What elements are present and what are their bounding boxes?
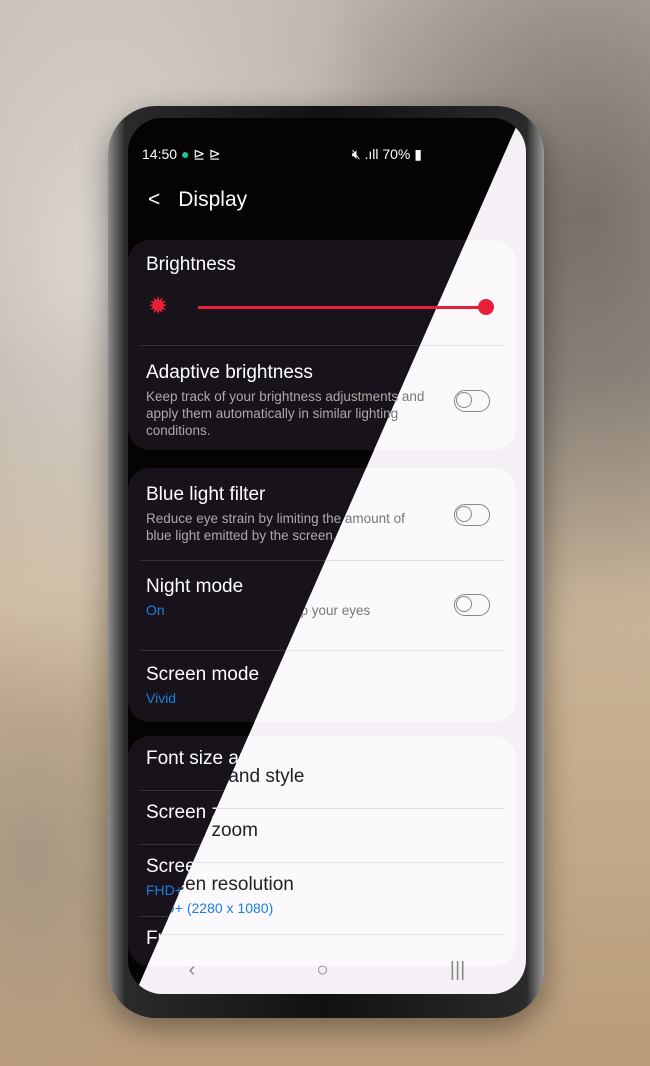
play-store-icon: ⊵ ⊵ bbox=[193, 146, 221, 162]
sun-icon: ✹ bbox=[148, 293, 169, 320]
blue-light-toggle-light[interactable] bbox=[454, 504, 490, 526]
adaptive-title: Adaptive brightness bbox=[146, 362, 313, 383]
nav-recents-button-light[interactable]: ||| bbox=[450, 959, 466, 982]
clock: 14:50 bbox=[142, 146, 178, 162]
mute-icon: 🔇︎ bbox=[351, 146, 361, 162]
battery-level: 70% bbox=[382, 146, 411, 162]
page-title: Display bbox=[178, 188, 248, 211]
header: < Display bbox=[148, 188, 247, 212]
battery-icon: ▮ bbox=[414, 146, 422, 162]
back-button[interactable]: < bbox=[148, 188, 160, 212]
resolution-title-light: Screen resolution bbox=[146, 874, 294, 895]
nav-home-button-light[interactable]: ○ bbox=[316, 959, 328, 982]
signal-icon: .ıll bbox=[364, 146, 379, 162]
slider-knob-light[interactable] bbox=[478, 299, 494, 315]
navigation-bar-light: ‹ ○ ||| bbox=[135, 946, 526, 994]
notification-app-icon: ● bbox=[180, 146, 190, 162]
adaptive-toggle-light[interactable] bbox=[454, 390, 490, 412]
brightness-title: Brightness bbox=[146, 254, 236, 275]
resolution-value-light: FHD+ (2280 x 1080) bbox=[146, 900, 274, 916]
status-bar: 14:50 ● ⊵ ⊵ 🔇︎ .ıll 70% ▮ bbox=[142, 146, 512, 163]
nav-back-button-light[interactable]: ‹ bbox=[189, 959, 196, 982]
phone-screen: 14:50 ● ⊵ ⊵ 🔇︎ .ıll 70% ▮ < Display Brig… bbox=[128, 118, 526, 994]
night-mode-toggle-light[interactable] bbox=[454, 594, 490, 616]
